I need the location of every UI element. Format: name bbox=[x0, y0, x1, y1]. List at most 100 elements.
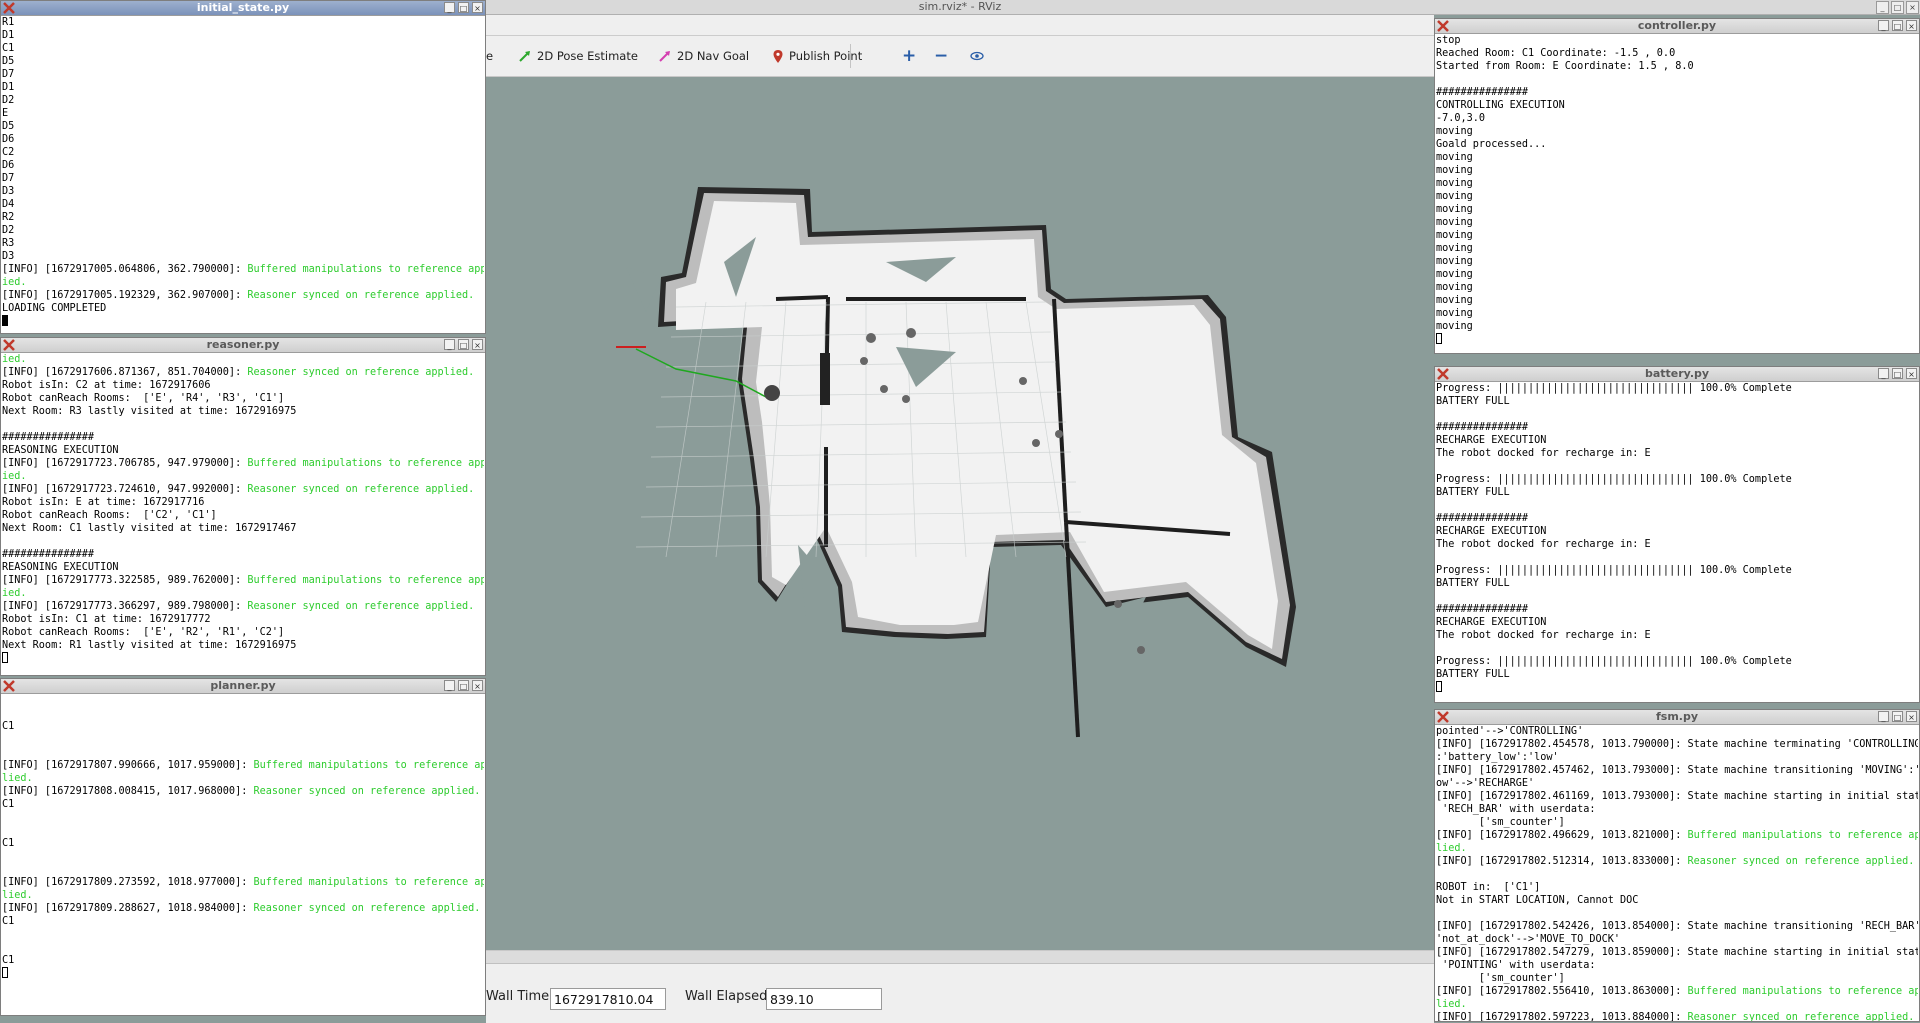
terminal-line: 'POINTING' with userdata: bbox=[1436, 959, 1918, 972]
close-button[interactable]: × bbox=[472, 680, 483, 691]
minimize-button[interactable]: _ bbox=[1878, 20, 1889, 31]
terminal-info-text: lied. bbox=[2, 773, 33, 784]
green-arrow-icon bbox=[519, 51, 530, 62]
pose-estimate-tool[interactable]: 2D Pose Estimate bbox=[518, 46, 638, 66]
terminal-line: BATTERY FULL bbox=[1436, 395, 1918, 408]
terminal-info-text: Buffered manipulations to reference app bbox=[253, 760, 484, 771]
terminal-line: ############### bbox=[1436, 421, 1918, 434]
terminal-output[interactable]: pointed'-->'CONTROLLING' [INFO] [16729178… bbox=[1436, 725, 1918, 1021]
terminal-line: The robot docked for recharge in: E bbox=[1436, 447, 1918, 460]
terminal-text: C1 bbox=[2, 721, 15, 732]
maximize-button[interactable]: □ bbox=[1892, 368, 1903, 379]
terminal-line: moving bbox=[1436, 268, 1918, 281]
minimize-button[interactable]: _ bbox=[1878, 368, 1889, 379]
terminal-text: ############### bbox=[1436, 87, 1529, 98]
occupancy-grid-map bbox=[616, 187, 1296, 738]
reasoner-terminal[interactable]: reasoner.py _ □ × ied. [INFO] [1672917606… bbox=[0, 337, 486, 676]
terminal-titlebar[interactable]: fsm.py _ □ × bbox=[1435, 710, 1919, 725]
close-button[interactable]: × bbox=[472, 2, 483, 13]
minimize-button[interactable]: _ bbox=[444, 2, 455, 13]
zoom-in-button[interactable]: + bbox=[902, 46, 916, 66]
terminal-line: [INFO] [1672917802.454578, 1013.790000]:… bbox=[1436, 738, 1918, 751]
planner-terminal[interactable]: planner.py _ □ × C1 [INFO] [1672917807.99… bbox=[0, 678, 486, 1016]
terminal-text: CONTROLLING EXECUTION bbox=[1436, 100, 1565, 111]
terminal-text: moving bbox=[1436, 126, 1473, 137]
zoom-out-button[interactable]: − bbox=[934, 46, 948, 66]
wall-elapsed-field[interactable]: 839.10 bbox=[766, 988, 882, 1010]
terminal-line: D3 bbox=[2, 185, 484, 198]
maximize-button[interactable]: □ bbox=[458, 680, 469, 691]
publish-point-tool[interactable]: Publish Point bbox=[772, 46, 862, 66]
terminal-text: moving bbox=[1436, 295, 1473, 306]
terminal-line: moving bbox=[1436, 203, 1918, 216]
terminal-text: Not in START LOCATION, Cannot DOC bbox=[1436, 895, 1639, 906]
maximize-button[interactable]: □ bbox=[458, 339, 469, 350]
terminal-titlebar[interactable]: controller.py _ □ × bbox=[1435, 19, 1919, 34]
terminal-line: Goald processed... bbox=[1436, 138, 1918, 151]
fsm-terminal[interactable]: fsm.py _ □ × pointed'-->'CONTROLLING' [IN… bbox=[1434, 709, 1920, 1022]
rviz-3d-viewport[interactable] bbox=[486, 77, 1434, 950]
close-button[interactable]: × bbox=[1906, 1, 1919, 14]
close-button[interactable]: × bbox=[1906, 368, 1917, 379]
terminal-titlebar[interactable]: reasoner.py _ □ × bbox=[1, 338, 485, 353]
terminal-titlebar[interactable]: battery.py _ □ × bbox=[1435, 367, 1919, 382]
terminal-text: E bbox=[2, 108, 9, 119]
terminal-text: [INFO] [1672917723.724610, 947.992000]: bbox=[2, 484, 248, 495]
terminal-line: [INFO] [1672917802.556410, 1013.863000]:… bbox=[1436, 985, 1918, 998]
maximize-button[interactable]: □ bbox=[1892, 20, 1903, 31]
minimize-button[interactable]: _ bbox=[1878, 711, 1889, 722]
terminal-output[interactable]: ied. [INFO] [1672917606.871367, 851.70400… bbox=[2, 353, 484, 675]
terminal-text: The robot docked for recharge in: E bbox=[1436, 539, 1651, 550]
terminal-line: Robot isIn: E at time: 1672917716 bbox=[2, 496, 484, 509]
close-button[interactable]: × bbox=[1906, 711, 1917, 722]
terminal-text: D7 bbox=[2, 173, 15, 184]
controller-terminal[interactable]: controller.py _ □ × stop Reached Room: C1… bbox=[1434, 18, 1920, 354]
terminal-line: LOADING COMPLETED bbox=[2, 302, 484, 315]
terminal-titlebar[interactable]: planner.py _ □ × bbox=[1, 679, 485, 694]
terminal-titlebar[interactable]: initial_state.py _ □ × bbox=[1, 1, 485, 16]
terminal-text: ############### bbox=[1436, 604, 1529, 615]
terminal-text: D6 bbox=[2, 134, 15, 145]
terminal-line: moving bbox=[1436, 125, 1918, 138]
minimize-button[interactable]: _ bbox=[444, 339, 455, 350]
terminal-line: ow'-->'RECHARGE' bbox=[1436, 777, 1918, 790]
time-panel: Wall Time: 1672917810.04 Wall Elapsed: 8… bbox=[486, 950, 1434, 1023]
maximize-button[interactable]: □ bbox=[1892, 711, 1903, 722]
terminal-line: moving bbox=[1436, 177, 1918, 190]
terminal-text: D1 bbox=[2, 82, 15, 93]
initial-state-terminal[interactable]: initial_state.py _ □ × R1 D1 C1 D5 D7 D1 D2 E D5… bbox=[0, 0, 486, 334]
terminal-line: Next Room: R3 lastly visited at time: 16… bbox=[2, 405, 484, 418]
terminal-text: ROBOT in: ['C1'] bbox=[1436, 882, 1541, 893]
terminal-output[interactable]: C1 [INFO] [1672917807.990666, 1017.959000… bbox=[2, 694, 484, 1015]
nav-goal-tool[interactable]: 2D Nav Goal bbox=[658, 46, 749, 66]
terminal-line: [INFO] [1672917773.366297, 989.798000]: … bbox=[2, 600, 484, 613]
terminal-line: Started from Room: E Coordinate: 1.5 , 8… bbox=[1436, 60, 1918, 73]
camera-view-button[interactable] bbox=[970, 46, 984, 66]
terminal-line: :'battery_low':'low' bbox=[1436, 751, 1918, 764]
terminal-output[interactable]: stop Reached Room: C1 Coordinate: -1.5 , … bbox=[1436, 34, 1918, 353]
terminal-info-text: Buffered manipulations to reference app bbox=[1687, 830, 1918, 841]
battery-terminal[interactable]: battery.py _ □ × Progress: |||||||||||||… bbox=[1434, 366, 1920, 703]
terminal-text: moving bbox=[1436, 321, 1473, 332]
terminal-text: ['sm_counter'] bbox=[1436, 817, 1565, 828]
maximize-button[interactable]: □ bbox=[458, 2, 469, 13]
minimize-button[interactable]: _ bbox=[1876, 1, 1889, 14]
terminal-text: Progress: ||||||||||||||||||||||||||||||… bbox=[1436, 565, 1792, 576]
terminal-line: C1 bbox=[2, 42, 484, 55]
terminal-output[interactable]: Progress: ||||||||||||||||||||||||||||||… bbox=[1436, 382, 1918, 702]
maximize-button[interactable]: □ bbox=[1891, 1, 1904, 14]
terminal-line: moving bbox=[1436, 320, 1918, 333]
terminal-line: moving bbox=[1436, 216, 1918, 229]
close-button[interactable]: × bbox=[1906, 20, 1917, 31]
wall-time-field[interactable]: 1672917810.04 bbox=[550, 988, 666, 1010]
terminal-text: moving bbox=[1436, 217, 1473, 228]
tool-partial[interactable]: e bbox=[486, 46, 493, 66]
close-button[interactable]: × bbox=[472, 339, 483, 350]
terminal-output[interactable]: R1 D1 C1 D5 D7 D1 D2 E D5 D6 C2 D6 D7 D3 D4 R2 D2 R3 D3 [IN… bbox=[2, 16, 484, 333]
minimize-button[interactable]: _ bbox=[444, 680, 455, 691]
rviz-toolbar: e 2D Pose Estimate 2D Nav Goal Publish P… bbox=[486, 36, 1434, 77]
